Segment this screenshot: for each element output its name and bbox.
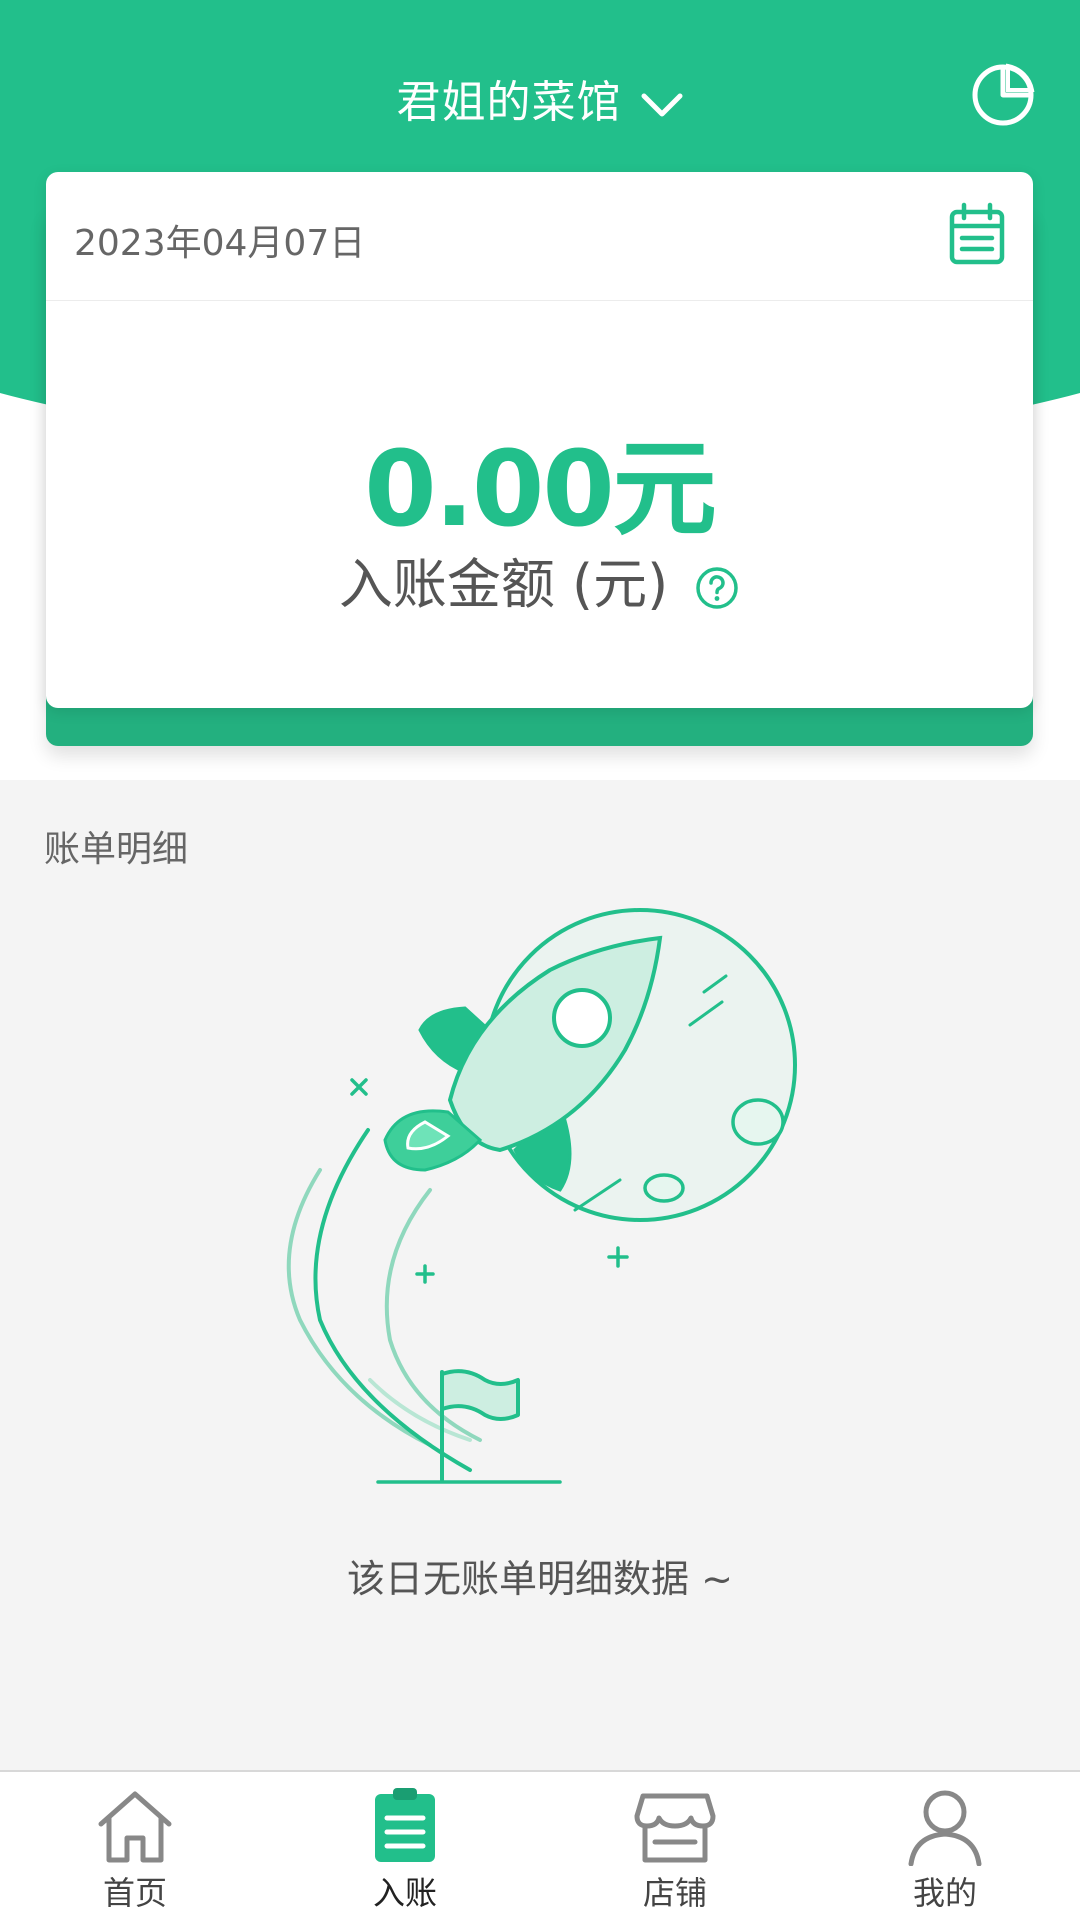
tab-label: 首页	[102, 1874, 167, 1912]
store-icon	[634, 1793, 716, 1863]
amount-label: 入账金额 (元)	[338, 553, 669, 616]
top-section: 君姐的菜馆 2023年04月07日 0.00元 入账金额 (元)	[0, 0, 1080, 780]
tab-mine[interactable]: 我的	[810, 1772, 1080, 1920]
tab-store[interactable]: 店铺	[540, 1772, 810, 1920]
empty-state-text: 该日无账单明细数据 ~	[347, 1557, 733, 1601]
amount-label-row: 入账金额 (元)	[46, 540, 1033, 619]
chevron-down-icon	[641, 93, 682, 117]
rocket-empty-illustration	[286, 908, 797, 1484]
question-circle-icon[interactable]	[694, 565, 740, 611]
income-amount: 0.00元	[364, 428, 717, 550]
tab-home[interactable]: 首页	[0, 1772, 270, 1920]
tab-label: 店铺	[642, 1874, 707, 1912]
tab-income[interactable]: 入账	[270, 1772, 540, 1920]
header-bar: 君姐的菜馆	[0, 40, 1080, 160]
tab-label: 入账	[372, 1874, 437, 1912]
store-switcher[interactable]: 君姐的菜馆	[0, 66, 1080, 130]
store-name: 君姐的菜馆	[396, 77, 622, 128]
clipboard-icon	[375, 1788, 435, 1862]
date-picker-row[interactable]: 2023年04月07日	[46, 172, 1033, 301]
pie-chart-icon[interactable]	[970, 62, 1036, 128]
bottom-tab-bar: 首页 入账 店铺 我的	[0, 1770, 1080, 1920]
tab-label: 我的	[912, 1874, 977, 1912]
date-text: 2023年04月07日	[74, 223, 366, 264]
bill-details-title: 账单明细	[44, 829, 189, 870]
home-icon	[98, 1791, 172, 1863]
summary-card: 2023年04月07日 0.00元 入账金额 (元)	[46, 172, 1033, 708]
user-icon	[908, 1790, 982, 1866]
calendar-icon[interactable]	[947, 202, 1007, 266]
